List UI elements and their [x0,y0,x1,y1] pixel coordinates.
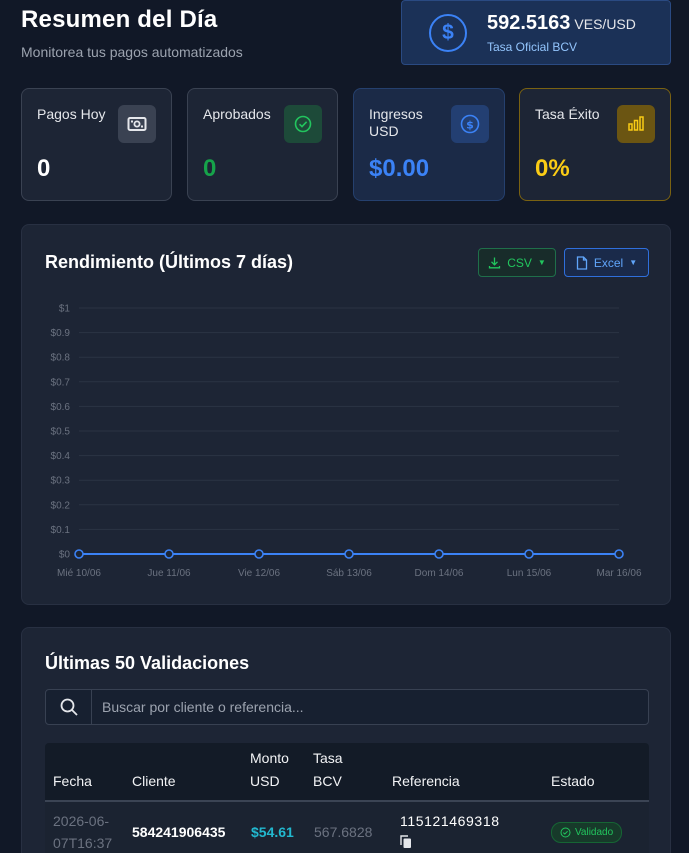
performance-panel: Rendimiento (Últimos 7 días) CSV ▼ Excel… [21,224,671,605]
column-header-fecha[interactable]: Fecha [53,770,92,793]
y-tick-label: $0.3 [51,476,71,487]
stat-label: Tasa Éxito [535,106,600,122]
cell-fecha: 2026-06- 07T16:37 [53,810,112,853]
validations-table: Fecha Cliente Monto USD Tasa BCV Referen… [45,743,649,853]
stat-card-aprobados: Aprobados 0 [187,88,338,201]
cell-monto: $54.61 [251,824,294,840]
column-header-tasa-line1: Tasa [313,750,343,766]
status-badge-label: Validado [575,827,614,838]
data-point [254,549,264,559]
x-tick-label: Dom 14/06 [415,568,464,579]
data-point [344,549,354,559]
stat-card-ingresos-usd: Ingresos USD $0.00 $ [353,88,505,201]
page-title: Resumen del Día [21,6,218,33]
validations-panel: Últimas 50 Validaciones Fecha Cliente Mo… [21,627,671,853]
data-point [614,549,624,559]
x-tick-label: Vie 12/06 [238,568,281,579]
dollar-circle-icon: $ [429,13,467,52]
page-header: Resumen del Día Monitorea tus pagos auto… [21,6,243,60]
column-header-monto-line1: Monto [250,750,289,766]
copy-icon[interactable] [400,835,412,852]
cell-tasa: 567.6828 [314,824,373,840]
x-tick-label: Mar 16/06 [596,568,641,579]
x-tick-label: Jue 11/06 [147,568,191,579]
stat-value: 0 [37,155,51,182]
data-point [524,549,534,559]
column-header-tasa[interactable]: Tasa BCV [313,747,343,793]
column-header-cliente[interactable]: Cliente [132,770,176,793]
y-tick-label: $0.7 [51,377,71,388]
x-tick-label: Lun 15/06 [507,568,552,579]
column-header-monto[interactable]: Monto USD [250,747,289,793]
exchange-rate-label: Tasa Oficial BCV [487,39,578,54]
cell-cliente: 584241906435 [132,824,226,840]
stat-value: 0 [203,155,217,182]
page-subtitle: Monitorea tus pagos automatizados [21,44,243,60]
exchange-rate-unit: VES/USD [574,15,636,32]
cell-referencia: 115121469318 [400,813,500,829]
exchange-rate-card: $ 592.5163 VES/USD Tasa Oficial BCV [401,0,671,65]
y-tick-label: $0.2 [51,500,71,511]
cell-fecha-line2: 07T16:37 [53,835,113,851]
x-tick-label: Sáb 13/06 [326,568,372,579]
stat-card-tasa-exito: Tasa Éxito 0% [519,88,671,201]
x-tick-label: Mié 10/06 [57,568,101,579]
data-point [164,549,174,559]
exchange-rate-value-line: 592.5163 VES/USD [487,12,636,35]
y-tick-label: $0.5 [51,427,71,438]
stat-label: Pagos Hoy [37,106,106,122]
y-tick-label: $0 [59,550,71,561]
check-circle-icon [284,105,322,143]
y-tick-label: $0.6 [51,402,71,413]
stat-value: $0.00 [369,155,430,182]
y-tick-label: $0.4 [51,451,71,462]
column-header-estado[interactable]: Estado [551,770,595,793]
search-icon [46,690,92,724]
stat-card-pagos-hoy: Pagos Hoy 0 [21,88,172,201]
data-point [434,549,444,559]
exchange-rate-value: 592.5163 [487,11,571,34]
stat-value: 0% [535,155,570,182]
column-header-referencia[interactable]: Referencia [392,770,460,793]
svg-text:$: $ [466,119,474,132]
check-circle-icon [560,827,571,838]
y-tick-label: $0.8 [51,353,71,364]
bar-chart-icon [617,105,655,143]
search-input[interactable] [92,690,648,724]
data-point [74,549,84,559]
y-tick-label: $0.1 [51,525,71,536]
status-badge: Validado [551,822,623,843]
validations-title: Últimas 50 Validaciones [45,653,250,673]
y-tick-label: $1 [59,304,71,315]
dollar-circle-icon: $ [451,105,489,143]
stat-label: Ingresos USD [369,106,423,139]
cell-fecha-line1: 2026-06- [53,813,110,829]
column-header-tasa-line2: BCV [313,773,342,789]
table-row[interactable]: 2026-06- 07T16:37 584241906435 $54.61 56… [45,802,649,853]
y-tick-label: $0.9 [51,328,71,339]
money-icon [118,105,156,143]
search-box [45,689,649,725]
column-header-monto-line2: USD [250,773,280,789]
performance-chart: $0 $0.1 $0.2 $0.3 $0.4 $0.5 $0.6 $0.7 $0.8 $0.9 $1… [51,304,642,580]
stat-label: Aprobados [203,106,271,122]
